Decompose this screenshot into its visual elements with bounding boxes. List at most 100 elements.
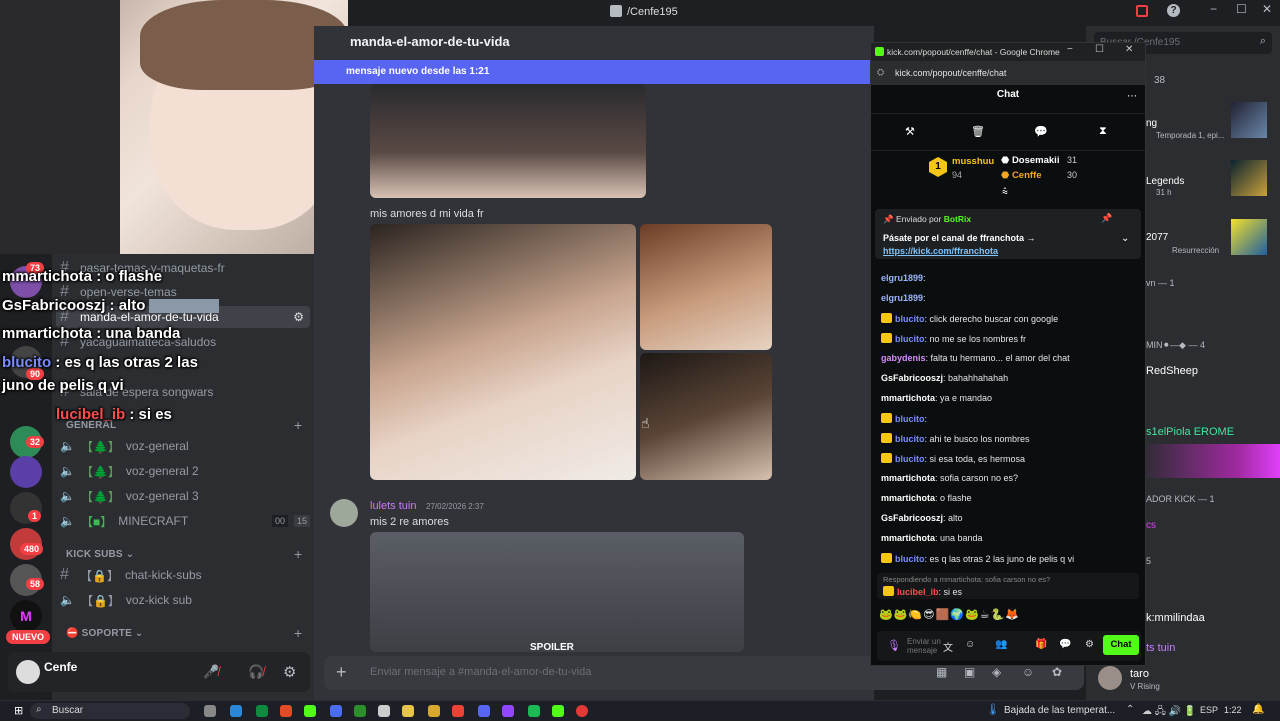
gift-icon[interactable]: 🎁 <box>1035 639 1047 650</box>
message-author[interactable]: lulets tuin <box>370 500 416 512</box>
mute-icon[interactable]: 🎤̸ <box>203 664 219 680</box>
pinned-link[interactable]: https://kick.com/ffranchota <box>883 246 998 256</box>
app-icon-2[interactable] <box>256 705 268 717</box>
sticker-icon[interactable]: ◈ <box>992 665 1001 679</box>
minimize-icon[interactable]: − <box>1210 2 1217 16</box>
settings-icon[interactable]: ⚙ <box>293 310 304 324</box>
member-name[interactable]: s1elPiola EROME <box>1146 426 1234 438</box>
app-icon-9[interactable] <box>502 705 514 717</box>
more-icon[interactable]: ⋯ <box>1127 91 1137 102</box>
chat-bubble-icon[interactable]: 💬 <box>1059 639 1071 650</box>
voice-channel[interactable]: 🔈 【🔒】 voz-kick sub <box>60 589 192 611</box>
image-attachment[interactable] <box>370 84 646 198</box>
attach-icon[interactable]: + <box>336 662 347 683</box>
user-settings-icon[interactable]: ⚙ <box>283 663 296 681</box>
leader-row[interactable]: ⬣ Cenffe <box>1001 170 1042 181</box>
new-messages-bar[interactable]: mensaje nuevo desde las 1:21 <box>314 60 874 84</box>
windows-start-icon[interactable]: ⊞ <box>14 704 23 717</box>
member-name[interactable]: ts tuin <box>1146 642 1175 654</box>
member-name[interactable]: taro <box>1130 668 1149 680</box>
composer-input[interactable]: Enviar mensaje a #manda-el-amor-de-tu-vi… <box>370 666 591 678</box>
avatar[interactable] <box>16 660 40 684</box>
chat-username[interactable]: mmartichota <box>881 473 935 483</box>
app-icon-8[interactable] <box>428 705 440 717</box>
minimize-icon[interactable]: − <box>1067 44 1073 55</box>
kick-input[interactable]: Enviar un mensaje <box>907 637 947 655</box>
discord-icon[interactable] <box>478 705 490 717</box>
close-icon[interactable]: ✕ <box>1262 2 1272 16</box>
trash-icon[interactable]: 🗑 <box>971 125 985 138</box>
chat-username[interactable]: GsFabricooszj <box>881 373 943 383</box>
member-name[interactable]: k:mmilindaa <box>1146 612 1205 624</box>
member-name[interactable]: cs <box>1146 520 1156 531</box>
clock[interactable]: 1:22 <box>1224 705 1242 715</box>
avatar[interactable] <box>1098 666 1122 690</box>
chat-username[interactable]: gabydenis <box>881 353 926 363</box>
image-attachment[interactable] <box>640 224 772 350</box>
category-kick-subs[interactable]: KICK SUBS ⌄ <box>66 549 134 560</box>
app-icon-3[interactable] <box>280 705 292 717</box>
category-soporte[interactable]: ⛔ SOPORTE ⌄ <box>66 628 144 639</box>
site-info-icon[interactable]: ⛭ <box>877 67 884 78</box>
users-icon[interactable]: 👥 <box>995 639 1007 650</box>
member-name[interactable]: RedSheep <box>1146 365 1198 377</box>
voice-channel[interactable]: 🔈 【■】 MINECRAFT 00 15 <box>60 510 310 532</box>
hammer-icon[interactable]: ⚒ <box>905 125 915 138</box>
apps-icon[interactable]: ✿ <box>1052 665 1062 679</box>
chat-username[interactable]: blucito <box>895 414 925 424</box>
settings-icon[interactable]: ⚙ <box>1085 639 1094 650</box>
app-icon-1[interactable] <box>230 705 242 717</box>
tray-chevron-icon[interactable]: ⌃ <box>1126 704 1134 715</box>
chat-username[interactable]: elgru1899 <box>881 293 923 303</box>
chat-username[interactable]: mmartichota <box>881 533 935 543</box>
gif-icon[interactable]: ▣ <box>964 665 975 679</box>
send-chat-button[interactable]: Chat <box>1103 635 1139 655</box>
notifications-icon[interactable]: 🔔 <box>1252 704 1264 715</box>
language-indicator[interactable]: ESP <box>1200 705 1218 715</box>
chat-username[interactable]: elgru1899 <box>881 273 923 283</box>
help-icon[interactable]: ? <box>1167 4 1180 17</box>
hourglass-icon[interactable]: ⧗ <box>1099 125 1107 138</box>
app-icon-7[interactable] <box>378 705 390 717</box>
chat-username[interactable]: blucito <box>895 454 925 464</box>
channel-item[interactable]: # 【🔒】 chat-kick-subs <box>60 564 202 586</box>
chat-username[interactable]: blucito <box>895 314 925 324</box>
app-icon-4[interactable] <box>304 705 316 717</box>
tray-icons[interactable]: ☁ 🖧 🔊 🔋 <box>1142 704 1196 721</box>
emote-row[interactable]: 🐸🐸🍋😎🟫🌍🐸☕🐍🦊 <box>879 608 1020 621</box>
voice-channel[interactable]: 🔈 【🌲】 voz-general <box>60 435 189 457</box>
app-icon-6[interactable] <box>354 705 366 717</box>
chrome-icon[interactable] <box>452 705 464 717</box>
chat-username[interactable]: blucito <box>895 554 925 564</box>
pin-toggle-icon[interactable]: 📌 <box>1101 213 1112 224</box>
voice-channel[interactable]: 🔈 【🌲】 voz-general 2 <box>60 460 199 482</box>
chat-username[interactable]: mmartichota <box>881 493 935 503</box>
kick-icon[interactable] <box>552 705 564 717</box>
voice-channel[interactable]: 🔈 【🌲】 voz-general 3 <box>60 485 199 507</box>
address-bar[interactable]: ⛭ kick.com/popout/cenffe/chat <box>871 61 1145 85</box>
obs-icon[interactable] <box>576 705 588 717</box>
close-icon[interactable]: ✕ <box>1125 44 1133 55</box>
server-icon-4[interactable] <box>10 456 42 488</box>
app-icon-5[interactable] <box>330 705 342 717</box>
pinned-message[interactable]: 📌 Enviado por BotRix Pásate por el canal… <box>875 209 1141 259</box>
leader-name[interactable]: musshuu <box>952 156 994 167</box>
chevron-down-icon[interactable]: ⌄ <box>1121 233 1129 244</box>
chat-username[interactable]: blucito <box>895 334 925 344</box>
folder-icon[interactable] <box>402 705 414 717</box>
chat-username[interactable]: mmartichota <box>881 393 935 403</box>
server-icon-8[interactable]: M <box>10 600 42 632</box>
image-attachment[interactable] <box>370 224 636 480</box>
translate-icon[interactable]: 文 <box>943 639 953 654</box>
task-view-icon[interactable] <box>204 705 216 717</box>
spoiler-image[interactable]: SPOILER <box>370 532 744 652</box>
avatar[interactable] <box>330 499 358 527</box>
emoji-icon[interactable]: ☺ <box>1022 665 1034 679</box>
taskbar-search[interactable]: ⌕ Buscar <box>30 703 190 719</box>
chat-bubble-icon[interactable]: 💬 <box>1034 125 1048 138</box>
spotify-icon[interactable] <box>528 705 540 717</box>
gift-icon[interactable]: ▦ <box>936 665 947 679</box>
maximize-icon[interactable]: ☐ <box>1095 44 1104 55</box>
deafen-icon[interactable]: 🎧̸ <box>248 664 264 680</box>
chat-username[interactable]: GsFabricooszj <box>881 513 943 523</box>
